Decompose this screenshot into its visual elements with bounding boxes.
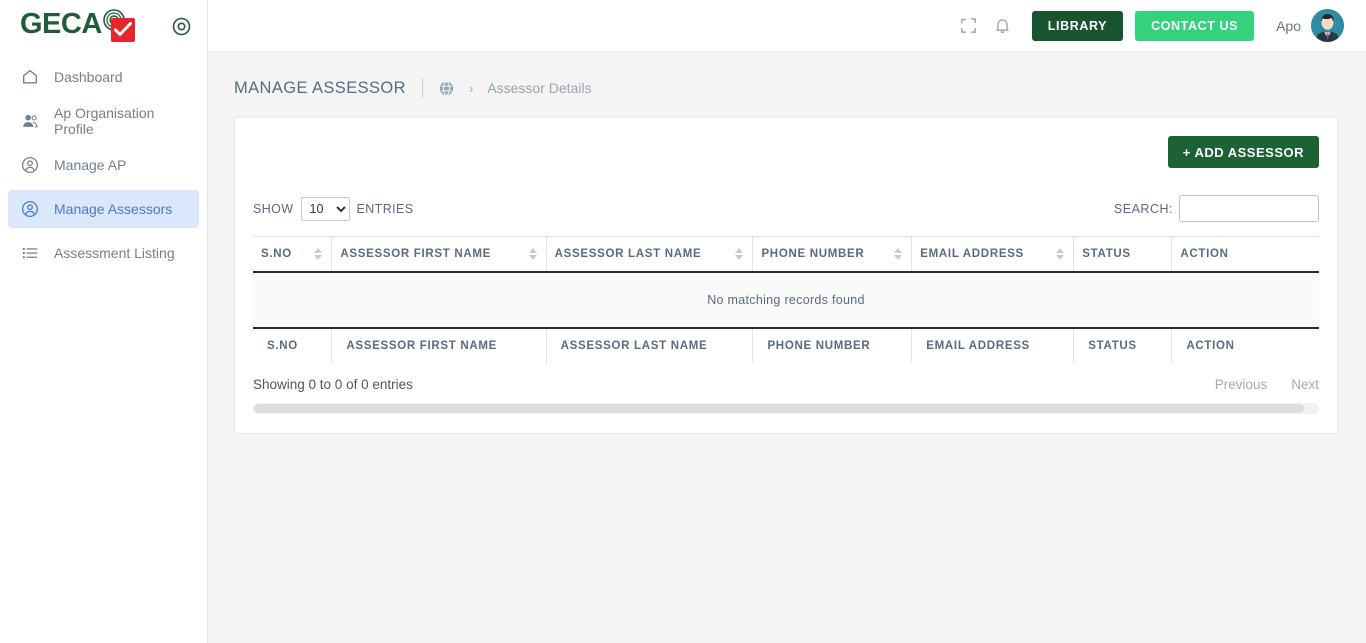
list-icon [20, 243, 40, 263]
sort-icon[interactable] [1056, 248, 1065, 260]
sidebar-item-manage-assessors[interactable]: Manage Assessors [8, 190, 199, 228]
column-header-first-name[interactable]: ASSESSOR FIRST NAME [331, 236, 547, 273]
contact-us-button[interactable]: CONTACT US [1135, 10, 1255, 41]
previous-button[interactable]: Previous [1215, 377, 1268, 392]
table-empty-row: No matching records found [253, 272, 1319, 329]
page-size-select[interactable]: 10 25 50 100 [300, 196, 350, 221]
breadcrumb-divider [421, 78, 423, 98]
pagination-info: Showing 0 to 0 of 0 entries [253, 377, 413, 392]
column-label: ACTION [1180, 248, 1229, 260]
sidebar: GECA Dashboard Ap Organisation Profile M… [0, 0, 208, 643]
column-label: STATUS [1082, 248, 1131, 260]
show-label: SHOW [253, 201, 294, 216]
search-control: SEARCH: [1114, 195, 1319, 222]
avatar[interactable] [1311, 9, 1344, 42]
column-header-phone-number[interactable]: PHONE NUMBER [752, 236, 912, 273]
column-label: STATUS [1088, 340, 1137, 352]
column-label: ASSESSOR FIRST NAME [346, 340, 498, 352]
brand-row: GECA [0, 0, 207, 52]
sidebar-item-ap-organisation-profile[interactable]: Ap Organisation Profile [8, 102, 199, 140]
column-label: PHONE NUMBER [761, 248, 865, 260]
user-circle-icon [20, 155, 40, 175]
sidebar-item-label: Manage Assessors [54, 201, 173, 217]
sidebar-item-dashboard[interactable]: Dashboard [8, 58, 199, 96]
sidebar-nav: Dashboard Ap Organisation Profile Manage… [0, 52, 207, 272]
column-label: PHONE NUMBER [767, 340, 871, 352]
app-logo[interactable]: GECA [20, 9, 140, 43]
search-input[interactable] [1179, 195, 1319, 222]
pagination-buttons: Previous Next [1215, 377, 1319, 392]
logo-text: GECA [20, 8, 102, 40]
table-body: No matching records found [253, 272, 1319, 329]
column-label: S.NO [261, 248, 292, 260]
sidebar-item-label: Ap Organisation Profile [54, 105, 155, 137]
footer-column-email-address: EMAIL ADDRESS [911, 327, 1074, 363]
sidebar-item-label: Assessment Listing [54, 245, 175, 261]
assessors-table: S.NO ASSESSOR FIRST NAME ASSESSOR LAST N… [253, 236, 1319, 363]
library-button[interactable]: LIBRARY [1031, 10, 1124, 41]
column-header-status[interactable]: STATUS [1073, 236, 1172, 273]
sidebar-item-manage-ap[interactable]: Manage AP [8, 146, 199, 184]
pagination: Showing 0 to 0 of 0 entries Previous Nex… [253, 377, 1319, 392]
fullscreen-icon[interactable] [952, 9, 986, 43]
bell-icon[interactable] [986, 9, 1020, 43]
sort-icon[interactable] [735, 248, 744, 260]
dashboard-icon[interactable] [439, 80, 454, 96]
column-header-sno[interactable]: S.NO [253, 236, 332, 273]
assessor-card: + ADD ASSESSOR SHOW 10 25 50 100 ENTRIES… [234, 117, 1338, 434]
table-head: S.NO ASSESSOR FIRST NAME ASSESSOR LAST N… [253, 236, 1319, 273]
add-assessor-button[interactable]: + ADD ASSESSOR [1167, 136, 1319, 168]
breadcrumb-current[interactable]: Assessor Details [487, 80, 591, 96]
sidebar-item-label: Manage AP [54, 157, 127, 173]
sort-icon[interactable] [894, 248, 903, 260]
sidebar-item-label: Dashboard [54, 69, 123, 85]
column-label: EMAIL ADDRESS [926, 340, 1030, 352]
next-button[interactable]: Next [1291, 377, 1319, 392]
empty-message: No matching records found [253, 272, 1319, 329]
footer-column-phone-number: PHONE NUMBER [752, 327, 912, 363]
sort-icon[interactable] [528, 248, 537, 260]
users-icon [20, 111, 40, 131]
footer-column-first-name: ASSESSOR FIRST NAME [331, 327, 547, 363]
checkbox-icon [110, 18, 135, 42]
column-label: ASSESSOR FIRST NAME [340, 248, 492, 260]
sort-icon[interactable] [314, 248, 323, 260]
column-label: ACTION [1186, 340, 1235, 352]
sidebar-item-assessment-listing[interactable]: Assessment Listing [8, 234, 199, 272]
breadcrumb-chevron-icon: › [468, 80, 474, 96]
page-title: MANAGE ASSESSOR [234, 78, 406, 97]
column-header-email-address[interactable]: EMAIL ADDRESS [911, 236, 1074, 273]
column-header-action[interactable]: ACTION [1171, 236, 1319, 273]
search-label: SEARCH: [1113, 201, 1173, 216]
user-name: Apo [1276, 17, 1301, 34]
topbar: LIBRARY CONTACT US Apo [208, 0, 1366, 52]
horizontal-scrollbar[interactable] [253, 403, 1319, 414]
column-header-last-name[interactable]: ASSESSOR LAST NAME [545, 236, 753, 273]
user-circle-icon [20, 199, 40, 219]
page-length-control: SHOW 10 25 50 100 ENTRIES [253, 196, 414, 221]
card-toolbar: + ADD ASSESSOR [253, 136, 1319, 168]
column-label: EMAIL ADDRESS [920, 248, 1024, 260]
column-label: ASSESSOR LAST NAME [560, 340, 708, 352]
entries-label: ENTRIES [356, 201, 414, 216]
main-content: MANAGE ASSESSOR › Assessor Details + ADD… [208, 52, 1366, 643]
footer-column-last-name: ASSESSOR LAST NAME [545, 327, 753, 363]
footer-column-sno: S.NO [253, 327, 332, 363]
logo-mark [100, 9, 140, 43]
breadcrumb: MANAGE ASSESSOR › Assessor Details [208, 52, 1366, 104]
column-label: S.NO [267, 340, 298, 352]
scrollbar-thumb[interactable] [254, 404, 1304, 413]
footer-column-action: ACTION [1171, 327, 1319, 363]
table-footer-row: S.NO ASSESSOR FIRST NAME ASSESSOR LAST N… [253, 327, 1319, 363]
column-label: ASSESSOR LAST NAME [554, 248, 702, 260]
table-foot: S.NO ASSESSOR FIRST NAME ASSESSOR LAST N… [253, 327, 1319, 363]
home-icon [20, 67, 40, 87]
target-icon[interactable] [172, 17, 191, 41]
table-controls: SHOW 10 25 50 100 ENTRIES SEARCH: [253, 195, 1319, 222]
table-header-row: S.NO ASSESSOR FIRST NAME ASSESSOR LAST N… [253, 236, 1319, 273]
footer-column-status: STATUS [1073, 327, 1172, 363]
